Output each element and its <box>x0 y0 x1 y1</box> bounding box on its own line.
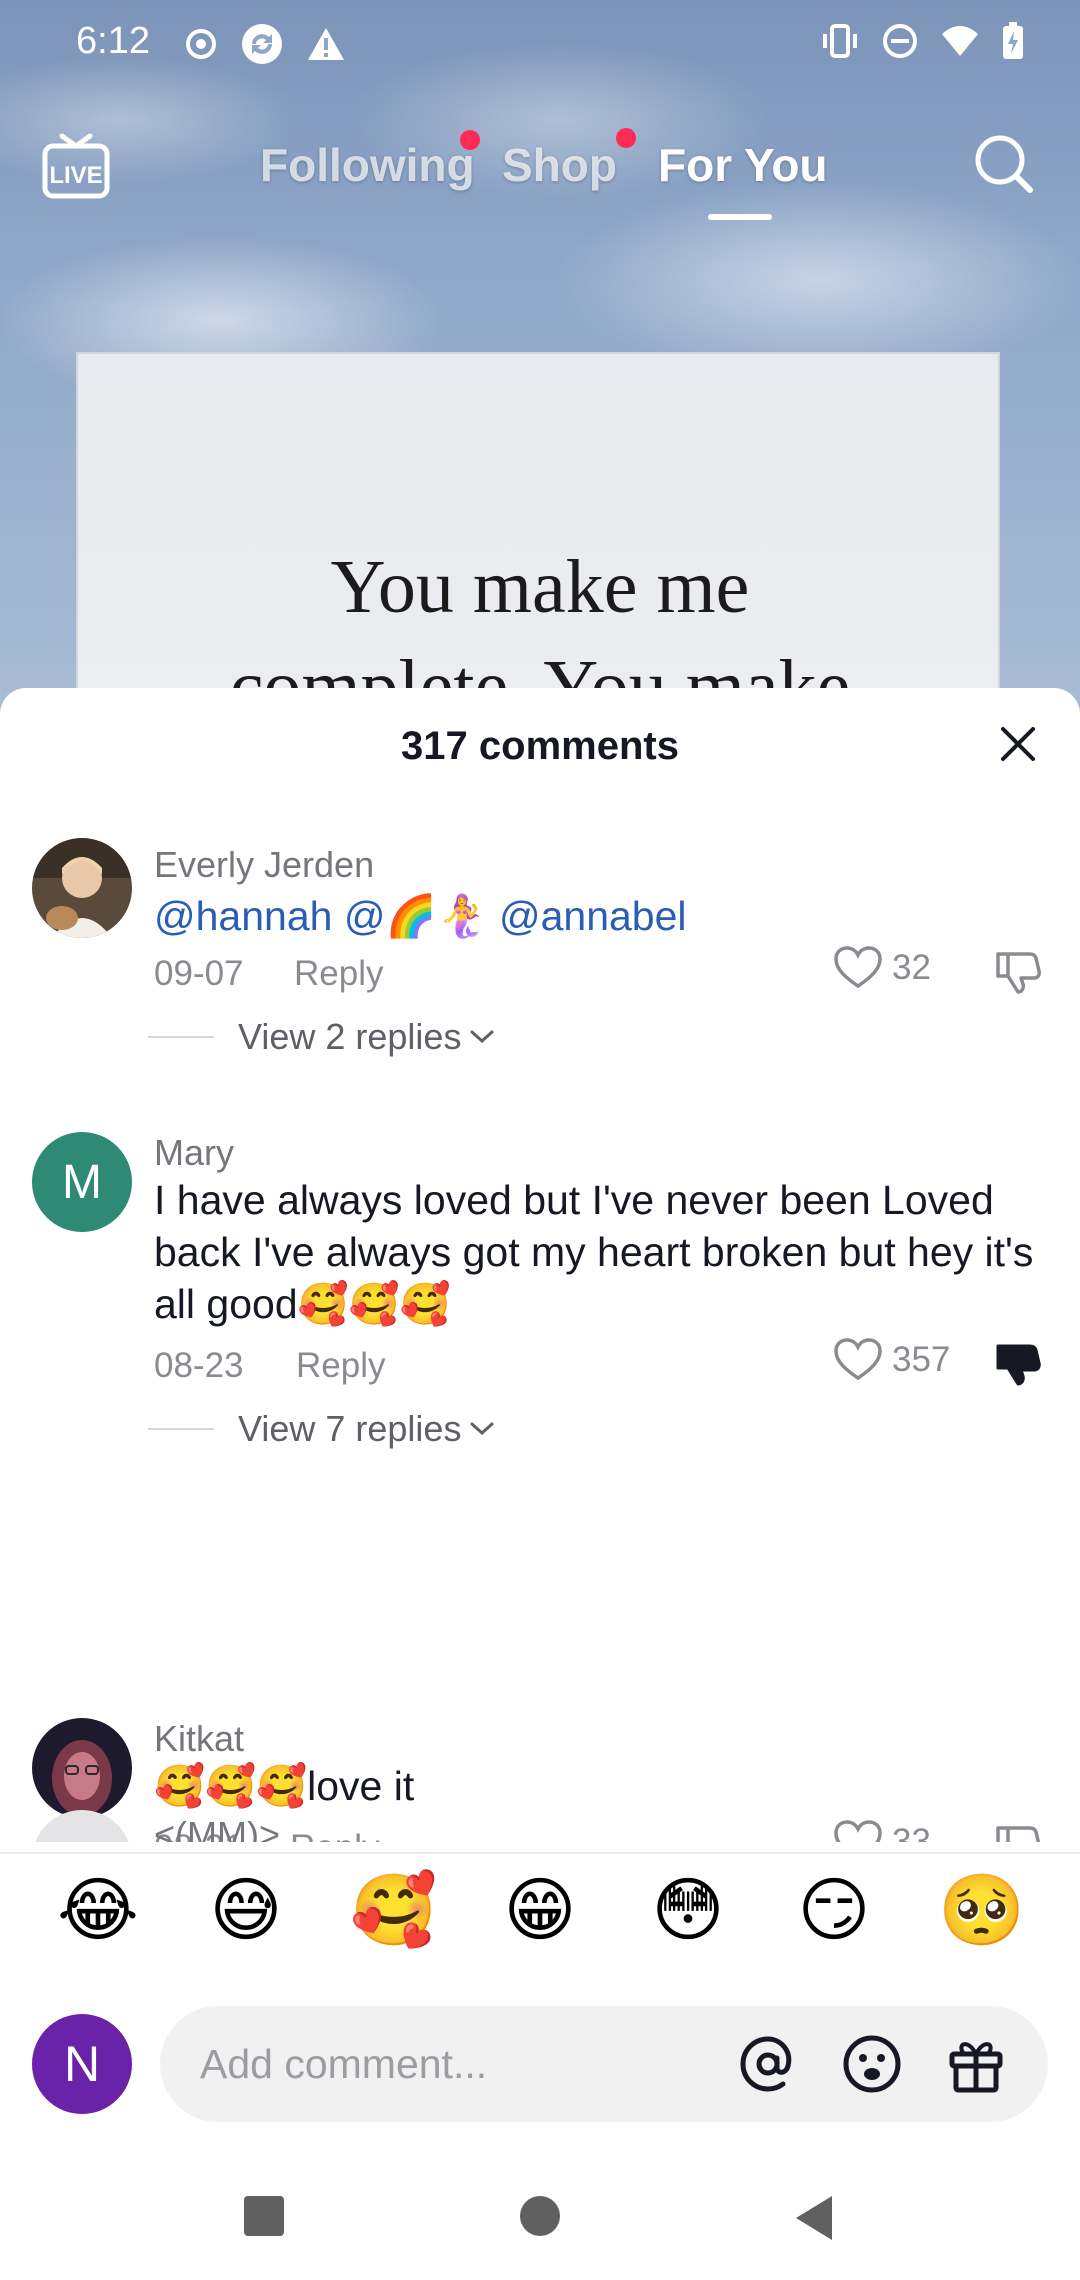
record-icon <box>186 29 216 59</box>
gift-icon <box>949 2042 1003 2093</box>
live-icon[interactable]: LIVE <box>40 130 112 206</box>
mention[interactable]: @hannah @ <box>154 893 385 939</box>
view-replies-button[interactable]: View 7 replies <box>148 1408 497 1450</box>
like-button[interactable]: 32 <box>834 946 931 990</box>
divider <box>148 1428 214 1430</box>
emoji-pleading[interactable]: 🥺 <box>932 1870 1032 1950</box>
like-count: 32 <box>892 948 931 987</box>
emoji-smirk[interactable]: 😏 <box>784 1870 884 1950</box>
emoji-grin[interactable]: 😁 <box>490 1870 590 1950</box>
comment-text: @hannah @🌈🧜‍♀️ @annabel <box>154 890 1034 942</box>
emoji-tears-of-joy[interactable]: 😂 <box>48 1870 148 1950</box>
avatar-photo <box>32 1718 132 1818</box>
avatar[interactable] <box>32 1810 132 1842</box>
tab-shop[interactable]: Shop <box>502 138 617 192</box>
tab-following[interactable]: Following <box>260 138 475 192</box>
comment-input-container[interactable] <box>160 2006 1048 2122</box>
comment-text: I have always loved but I've never been … <box>154 1177 1034 1327</box>
recent-apps-button[interactable] <box>242 2194 286 2238</box>
comment-date: 08-23 <box>154 1346 244 1385</box>
heart-icon <box>834 1338 882 1381</box>
comments-count-title: 317 comments <box>401 724 679 768</box>
status-time: 6:12 <box>76 20 150 62</box>
like-button[interactable]: 33 <box>834 1820 931 1842</box>
video-background[interactable]: You make me complete. You make <box>0 0 1080 772</box>
mention-button[interactable] <box>738 2034 798 2094</box>
avatar[interactable]: M <box>32 1132 132 1232</box>
avatar-photo <box>32 838 132 938</box>
view-replies-button[interactable]: View 2 replies <box>148 1016 497 1058</box>
rainbow-emoji: 🌈 <box>385 893 437 939</box>
search-icon[interactable] <box>972 132 1036 196</box>
chevron-down-icon <box>470 1422 494 1436</box>
live-label: LIVE <box>49 162 102 189</box>
emoji-flushed[interactable]: 😳 <box>638 1870 738 1950</box>
status-bar: 6:12 <box>0 0 1080 90</box>
thumbs-down-icon <box>996 952 1041 994</box>
heart-icon <box>834 946 882 989</box>
avatar[interactable] <box>32 838 132 938</box>
smiley-icon <box>843 2035 901 2093</box>
reply-button[interactable]: Reply <box>294 954 383 994</box>
sync-icon <box>242 24 282 64</box>
mermaid-emoji: 🧜‍♀️ <box>436 893 488 939</box>
reply-button[interactable]: Reply <box>296 1346 385 1386</box>
quick-emoji-bar: 😂 😅 🥰 😁 😳 😏 🥺 <box>0 1852 1080 1982</box>
top-navigation: LIVE Following Shop For You <box>0 120 1080 230</box>
current-user-avatar[interactable]: N <box>32 2014 132 2114</box>
wifi-icon <box>942 26 978 56</box>
thumbs-down-icon <box>996 1826 1041 1842</box>
reply-button[interactable]: Reply <box>290 1828 379 1842</box>
system-navigation-bar <box>0 2158 1080 2280</box>
comment-input-row: N <box>0 1988 1080 2128</box>
heart-icon <box>834 1820 882 1842</box>
shop-notification-dot <box>616 128 636 148</box>
do-not-disturb-icon <box>883 24 917 58</box>
emoji-picker-button[interactable] <box>842 2034 902 2094</box>
mention[interactable]: @annabel <box>488 893 687 939</box>
active-tab-indicator <box>708 214 772 220</box>
home-button[interactable] <box>518 2194 562 2238</box>
comment-username[interactable]: Mary <box>154 1132 234 1174</box>
video-caption-line1: You make me <box>330 545 750 629</box>
vibrate-icon <box>823 24 857 58</box>
comment-username[interactable]: Kitkat <box>154 1718 244 1760</box>
dislike-button[interactable] <box>994 948 1042 1001</box>
gift-button[interactable] <box>946 2034 1006 2094</box>
warning-icon <box>308 28 344 60</box>
dislike-button[interactable] <box>994 1340 1042 1393</box>
following-notification-dot <box>460 130 480 150</box>
comments-list[interactable]: Everly Jerden @hannah @🌈🧜‍♀️ @annabel 09… <box>0 828 1080 1842</box>
tab-for-you[interactable]: For You <box>658 138 828 192</box>
close-icon <box>1001 727 1035 761</box>
like-count: 357 <box>892 1340 951 1379</box>
like-button[interactable]: 357 <box>834 1338 950 1382</box>
dislike-button[interactable] <box>994 1822 1042 1842</box>
chevron-down-icon <box>470 1030 494 1044</box>
comment-text: 🥰🥰🥰love it <box>154 1763 415 1809</box>
comment-username[interactable]: <(MM)> <box>154 1814 280 1842</box>
like-count: 33 <box>892 1822 931 1842</box>
close-comments-button[interactable] <box>992 718 1044 770</box>
emoji-sweat-smile[interactable]: 😅 <box>196 1870 296 1950</box>
comments-sheet: 317 comments Everly Jerden @hannah @ <box>0 688 1080 2280</box>
comment-input[interactable] <box>200 2036 720 2092</box>
emoji-smiling-hearts[interactable]: 🥰 <box>344 1870 444 1950</box>
divider <box>148 1036 214 1038</box>
back-button[interactable] <box>792 2194 836 2242</box>
comment-date: 09-07 <box>154 954 244 993</box>
view-replies-label: View 7 replies <box>238 1408 462 1449</box>
at-sign-icon <box>740 2036 792 2092</box>
thumbs-down-icon <box>996 1344 1041 1386</box>
view-replies-label: View 2 replies <box>238 1016 462 1057</box>
battery-icon <box>1003 22 1023 59</box>
avatar[interactable] <box>32 1718 132 1818</box>
comment-username[interactable]: Everly Jerden <box>154 844 374 886</box>
